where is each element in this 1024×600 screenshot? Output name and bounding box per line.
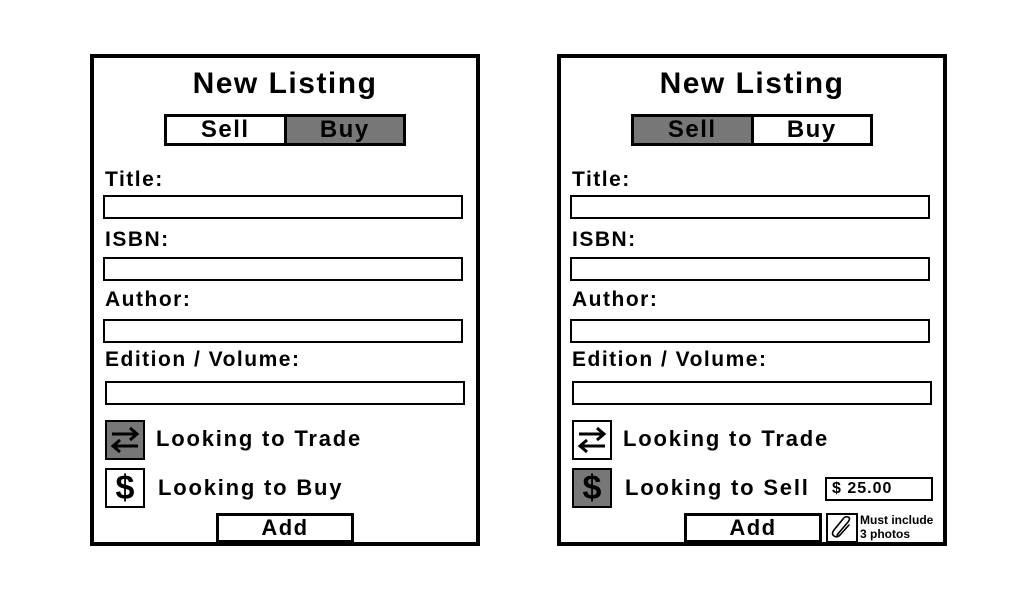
title-input[interactable] xyxy=(103,195,463,219)
trade-toggle-button[interactable] xyxy=(572,420,612,460)
sell-buy-toggle: Sell Buy xyxy=(164,114,406,146)
price-input[interactable]: $ 25.00 xyxy=(825,477,933,501)
title-input[interactable] xyxy=(570,195,930,219)
trade-option-label: Looking to Trade xyxy=(623,426,830,451)
sell-toggle-button[interactable]: Sell xyxy=(634,117,751,143)
buy-toggle-button[interactable]: Buy xyxy=(283,117,403,143)
add-button[interactable]: Add xyxy=(684,513,822,543)
add-button[interactable]: Add xyxy=(216,513,354,543)
buy-option-label: Looking to Buy xyxy=(158,475,344,500)
new-listing-panel-buy: New Listing Sell Buy Title: ISBN: Author… xyxy=(90,54,480,546)
edition-input[interactable] xyxy=(572,381,932,405)
edition-input[interactable] xyxy=(105,381,465,405)
buy-toggle-button[interactable]: Buy xyxy=(750,117,871,143)
edition-label: Edition / Volume: xyxy=(105,348,301,371)
trade-option-label: Looking to Trade xyxy=(156,426,363,451)
new-listing-panel-sell: New Listing Sell Buy Title: ISBN: Author… xyxy=(557,54,947,546)
dollar-icon: $ xyxy=(115,469,135,507)
isbn-input[interactable] xyxy=(570,257,930,281)
trade-toggle-button[interactable] xyxy=(105,420,145,460)
swap-arrows-icon xyxy=(110,426,140,454)
attachment-note-line2: 3 photos xyxy=(860,527,910,541)
sell-buy-toggle: Sell Buy xyxy=(631,114,873,146)
panel-title: New Listing xyxy=(659,67,845,100)
attach-photos-button[interactable] xyxy=(826,513,858,543)
isbn-label: ISBN: xyxy=(572,228,637,251)
sell-option-toggle[interactable]: $ xyxy=(572,468,612,508)
attachment-note-line1: Must include xyxy=(860,513,934,527)
author-input[interactable] xyxy=(103,319,463,343)
paperclip-icon xyxy=(831,515,851,538)
author-input[interactable] xyxy=(570,319,930,343)
title-label: Title: xyxy=(105,168,164,191)
author-label: Author: xyxy=(105,288,192,311)
sell-toggle-button[interactable]: Sell xyxy=(167,117,284,143)
swap-arrows-icon xyxy=(577,426,607,454)
edition-label: Edition / Volume: xyxy=(572,348,768,371)
sell-option-label: Looking to Sell xyxy=(625,475,810,500)
isbn-label: ISBN: xyxy=(105,228,170,251)
attachment-note: Must include 3 photos xyxy=(860,513,950,541)
dollar-icon: $ xyxy=(582,469,602,507)
isbn-input[interactable] xyxy=(103,257,463,281)
panel-title: New Listing xyxy=(192,67,378,100)
title-label: Title: xyxy=(572,168,631,191)
author-label: Author: xyxy=(572,288,659,311)
buy-option-toggle[interactable]: $ xyxy=(105,468,145,508)
